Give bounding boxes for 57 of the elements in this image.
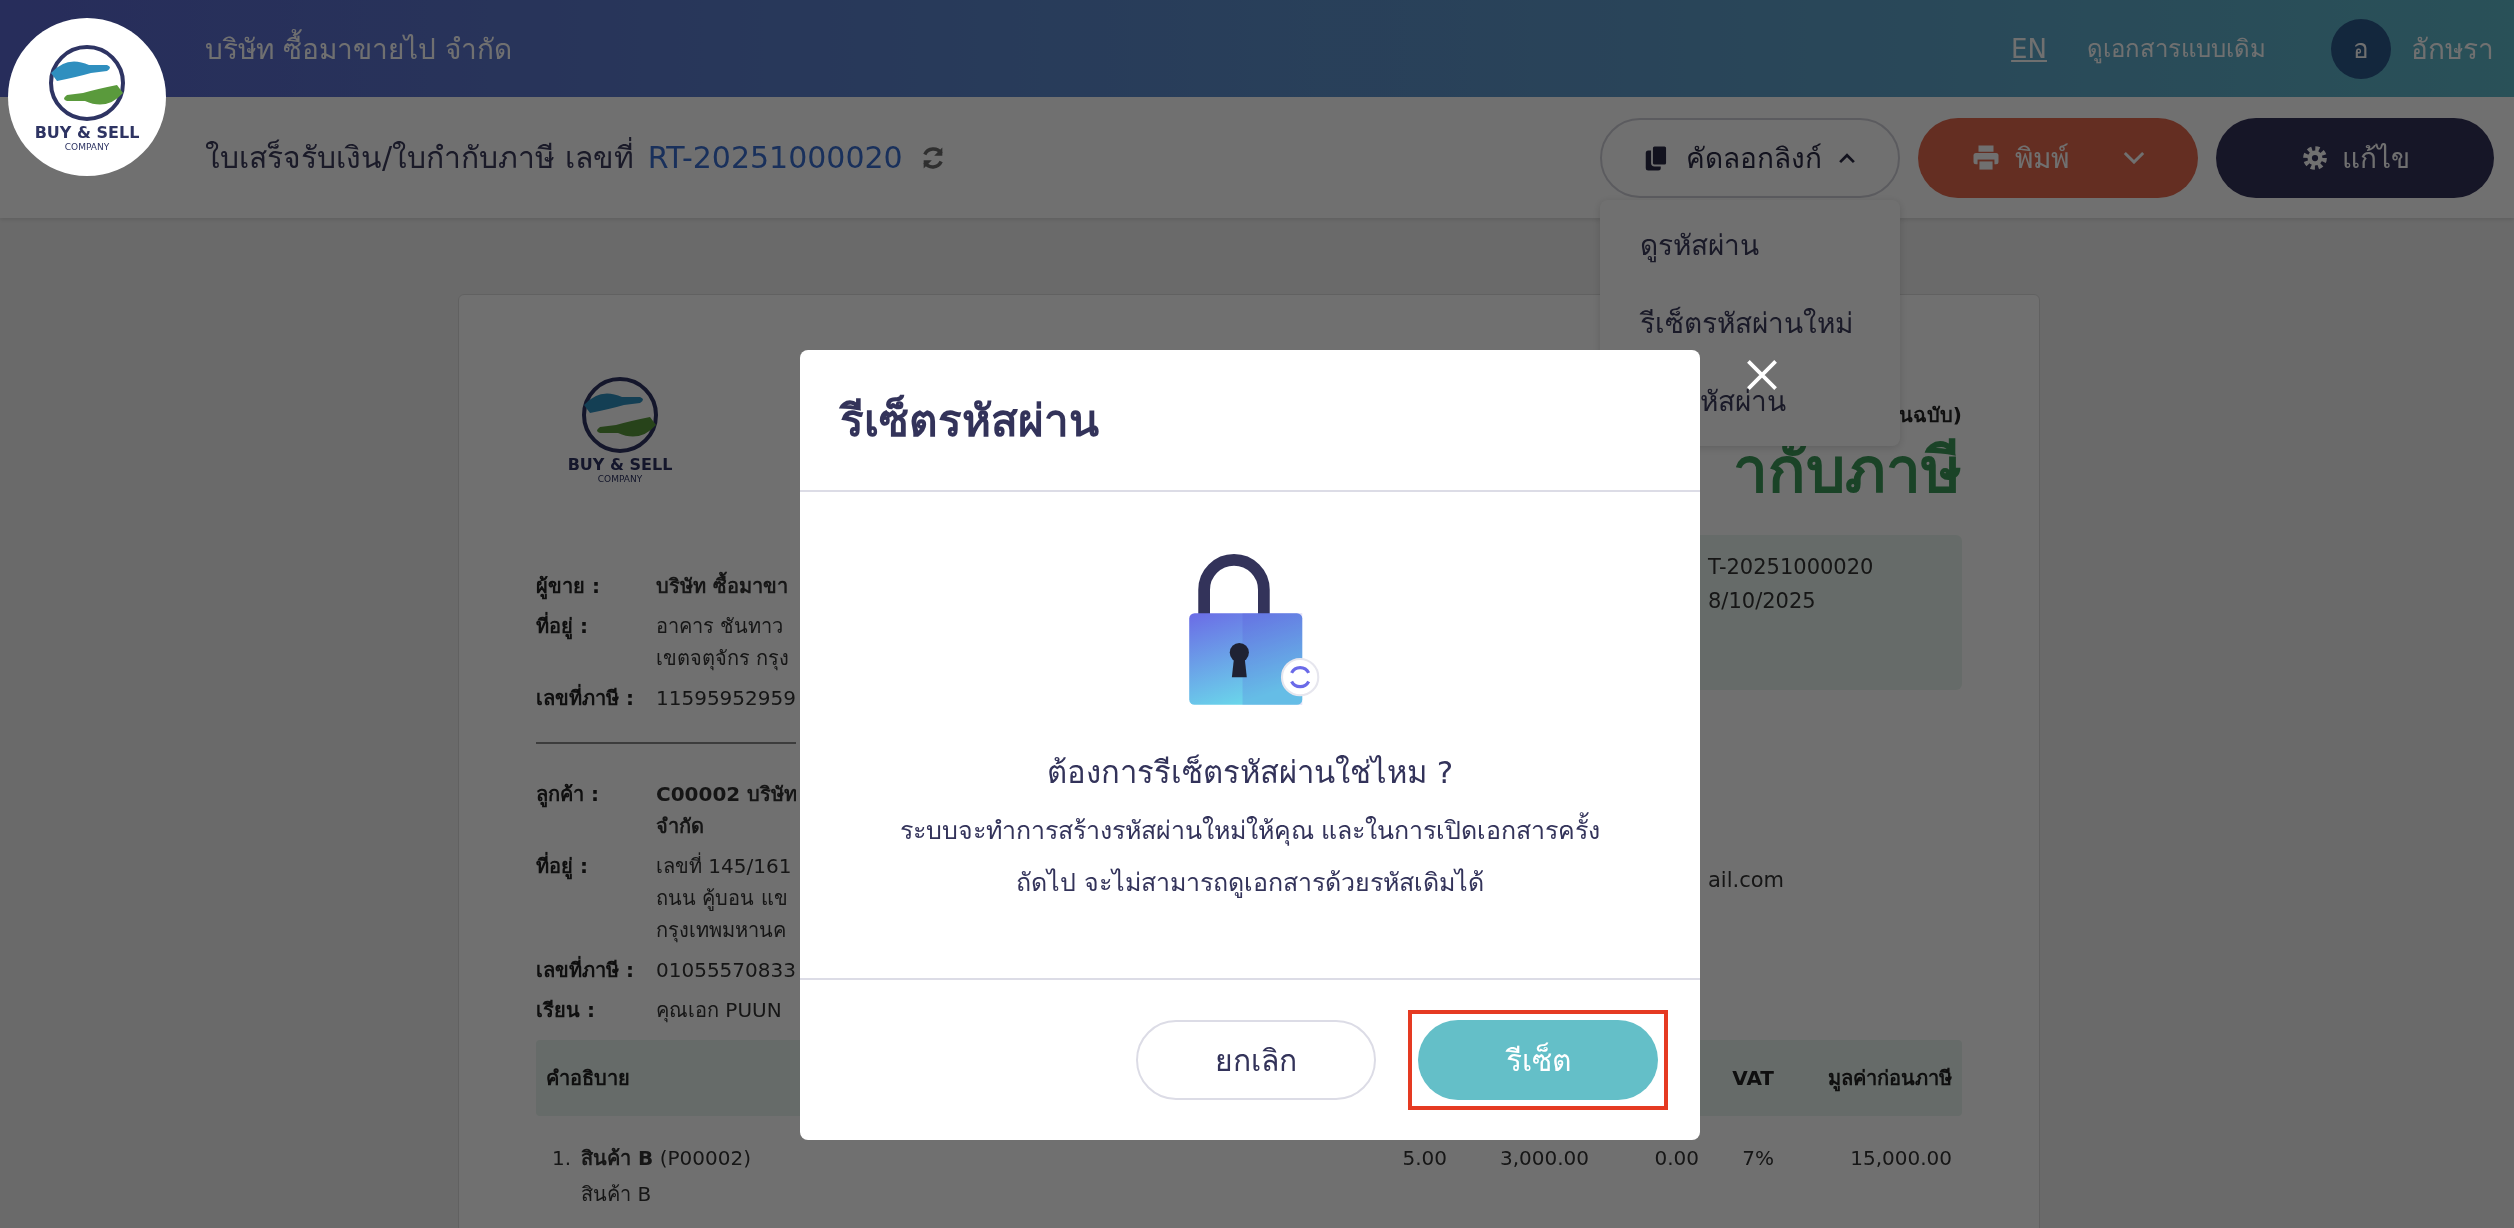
dialog-question: ต้องการรีเซ็ตรหัสผ่านใช่ไหม ? xyxy=(1046,753,1454,792)
user-name: อักษรา xyxy=(2411,31,2494,68)
dialog-title: รีเซ็ตรหัสผ่าน xyxy=(840,393,1099,448)
document-number: T-20251000020 xyxy=(1708,555,1875,579)
field-label: ลูกค้า : xyxy=(536,781,600,810)
product-detail: สินค้า B xyxy=(581,1181,653,1208)
field-value: คุณเอก PUUN xyxy=(656,997,783,1025)
document-number: RT-20251000020 xyxy=(647,140,903,175)
language-link[interactable]: EN xyxy=(2011,33,2047,64)
print-button[interactable]: พิมพ์ xyxy=(1918,117,2198,198)
company-name: บริษัท ซื้อมาขายไป จำกัด xyxy=(205,26,512,71)
logo-text: BUY & SELL xyxy=(34,122,140,142)
table-cell-text: 5.00 xyxy=(1401,1145,1447,1172)
column-header: มูลค่าก่อนภาษี xyxy=(1827,1065,1952,1094)
dialog-message: ระบบจะทำการสร้างรหัสผ่านใหม่ให้คุณ และในการเปิดเอกสารครั้ง xyxy=(899,805,1601,857)
table-cell-text: 0.00 xyxy=(1653,1145,1699,1172)
row-number: 1. xyxy=(552,1145,572,1172)
field-value: อาคาร ชันทาว xyxy=(656,613,785,640)
field-label: เลขที่ภาษี : xyxy=(536,955,635,984)
menu-item[interactable]: รีเซ็ตรหัสผ่านใหม่ xyxy=(1600,283,1900,362)
copy-link-button[interactable]: คัดลอกลิงก์ xyxy=(1600,117,1900,198)
menu-item[interactable]: ดูรหัสผ่าน xyxy=(1600,205,1900,284)
dialog-message: ถัดไป จะไม่สามารถดูเอกสารด้วยรหัสเดิมได้ xyxy=(1016,867,1484,900)
field-label: ที่อยู่ : xyxy=(536,611,589,642)
logo-text: BUY & SELL xyxy=(567,455,673,474)
dialog-button[interactable]: รีเซ็ต xyxy=(1418,1020,1658,1100)
copy-label: นฉบับ) xyxy=(1898,402,1962,429)
field-label: ที่อยู่ : xyxy=(536,851,589,882)
field-label: เรียน : xyxy=(536,997,596,1024)
logo-subtext: COMPANY xyxy=(64,141,110,152)
field-label: ผู้ขาย : xyxy=(536,573,601,602)
field-value: C00002 บริษัท xyxy=(656,781,796,808)
field-value: เขตจตุจักร กรุง xyxy=(656,645,791,673)
document-heading: ากับภาษี xyxy=(1733,433,1962,509)
product-name: สินค้า B (P00002) xyxy=(581,1145,751,1172)
field-value: กรุงเทพมหานค xyxy=(656,917,787,945)
field-value: เลขที่ 145/161 xyxy=(656,851,793,880)
field-value: บริษัท ซื้อมาขา xyxy=(656,570,796,602)
dialog-button[interactable]: ยกเลิก xyxy=(1136,1020,1376,1100)
logo-subtext: COMPANY xyxy=(597,474,643,484)
table-cell-text: 3,000.00 xyxy=(1498,1145,1589,1172)
caret-icon xyxy=(2123,151,2145,164)
email-text: ail.com xyxy=(1708,868,1785,892)
field-value: ถนน คู้บอน แข xyxy=(656,885,789,913)
classic-view-link[interactable]: ดูเอกสารแบบเดิม xyxy=(2087,29,2266,68)
field-label: เลขที่ภาษี : xyxy=(536,683,635,712)
field-value: 01055570833 xyxy=(656,957,796,984)
field-value: จำกัด xyxy=(656,813,705,840)
column-header: คำอธิบาย xyxy=(546,1065,631,1092)
document-title: ใบเสร็จรับเงิน/ใบกำกับภาษี เลขที่ xyxy=(205,134,634,181)
document-date: 8/10/2025 xyxy=(1708,589,1817,613)
field-value: 11595952959 xyxy=(656,685,796,712)
column-header: VAT xyxy=(1731,1066,1774,1090)
table-cell-text: 15,000.00 xyxy=(1849,1145,1952,1172)
table-cell-text: 7% xyxy=(1741,1145,1774,1172)
edit-button[interactable]: แก้ไข xyxy=(2216,117,2494,198)
user-avatar[interactable]: อ xyxy=(2331,18,2391,79)
